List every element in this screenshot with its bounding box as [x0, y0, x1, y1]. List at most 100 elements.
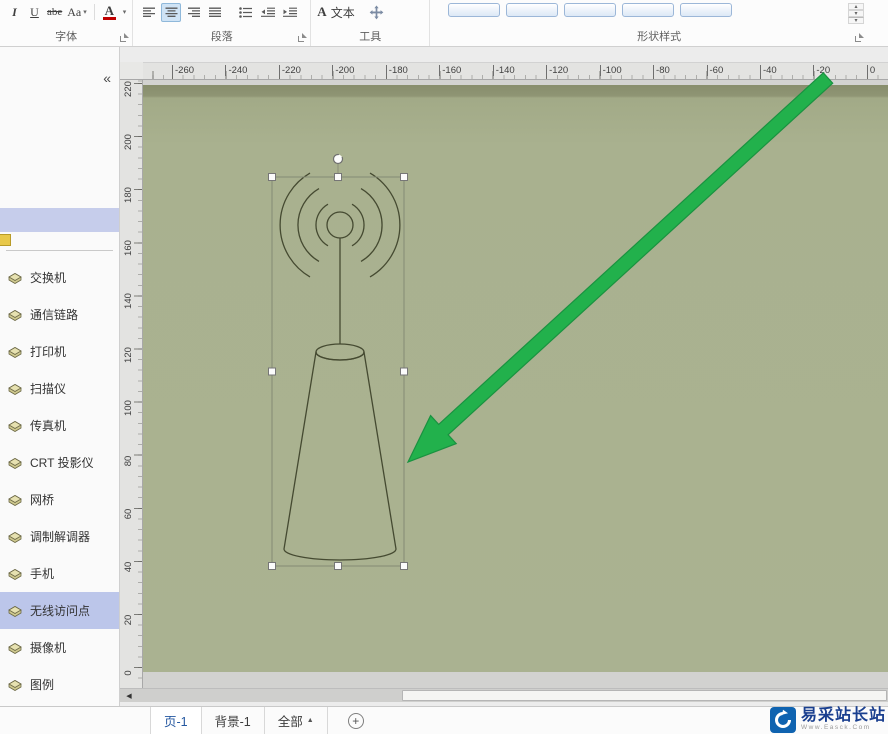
page-tab-1[interactable]: 页-1 [150, 707, 202, 734]
ruler-label: -40 [759, 65, 777, 76]
align-left-button[interactable] [139, 3, 159, 22]
horizontal-ruler: -260 -240 -220 -200 -180 -160 -140 -120 -100 -80-… [120, 62, 888, 80]
wireless-ap-shape[interactable] [279, 172, 401, 561]
scrollbar-thumb[interactable] [402, 690, 887, 701]
divider [6, 250, 113, 251]
page-tabs: 页-1 背景-1 全部 ▲ + [150, 707, 364, 734]
paragraph-group-label: 段落 [210, 31, 233, 43]
shape-item-label: 交换机 [30, 271, 67, 285]
bullets-button[interactable] [236, 3, 256, 22]
mobile-phone-icon [7, 567, 23, 581]
sidebar-item-crt-projector[interactable]: CRT 投影仪 [0, 444, 119, 481]
ribbon-group-shape-styles: ▴ ▾ ▾ 形状样式 [430, 0, 888, 46]
italic-button[interactable]: I [6, 3, 23, 22]
shape-style-swatch[interactable] [680, 3, 733, 17]
selection-handle [334, 562, 342, 570]
sidebar-item-wireless-ap[interactable]: 无线访问点 [0, 592, 119, 629]
ribbon-group-paragraph: 段落 [133, 0, 312, 46]
align-center-icon [165, 7, 178, 17]
dialog-launcher-icon[interactable] [855, 33, 864, 42]
dialog-launcher-icon[interactable] [120, 33, 130, 42]
ribbon-group-font: I U abe Aa ▾ A ▾ 字体 [0, 0, 134, 46]
sidebar-item-printer[interactable]: 打印机 [0, 333, 119, 370]
sidebar-item-comm-link[interactable]: 通信链路 [0, 296, 119, 333]
font-group-label: 字体 [55, 31, 78, 43]
selection-box[interactable] [268, 153, 408, 570]
shapes-panel: « 交换机 通信链路 打印机 扫描仪 传真机 CRT 投影仪 网桥 调制解调器 … [0, 47, 120, 706]
visio-window: I U abe Aa ▾ A ▾ 字体 段落 A 文本 工具 ▴ ▾ ▾ 形状样… [0, 0, 888, 734]
wireless-ap-icon [7, 604, 23, 618]
stencil-selected-strip[interactable] [0, 208, 119, 232]
strikethrough-button[interactable]: abe [46, 3, 63, 22]
decrease-indent-button[interactable] [258, 3, 278, 22]
shape-item-label: 摄像机 [30, 641, 67, 655]
font-color-button[interactable]: A [101, 3, 118, 22]
ruler-label: 20 [123, 614, 134, 626]
selection-handle [334, 173, 342, 181]
ruler-label: 100 [123, 399, 134, 416]
bullets-icon [239, 6, 253, 18]
bridge-icon [7, 493, 23, 507]
drawing-canvas[interactable] [143, 80, 888, 688]
brand-subtitle: Www.Easck.Com [800, 724, 871, 732]
shape-item-label: CRT 投影仪 [30, 456, 94, 470]
scanner-icon [7, 382, 23, 396]
selection-handle [268, 562, 276, 570]
ruler-label: 180 [123, 187, 134, 204]
shape-item-label: 无线访问点 [30, 604, 91, 618]
fax-icon [7, 419, 23, 433]
shape-item-label: 通信链路 [30, 308, 79, 322]
selection-handle [400, 367, 408, 376]
canvas-area: -260 -240 -220 -200 -180 -160 -140 -120 -100 -80-… [120, 47, 888, 706]
modem-icon [7, 530, 23, 544]
shape-item-label: 图例 [30, 678, 55, 692]
background-page-tab[interactable]: 背景-1 [202, 707, 265, 734]
scroll-left-icon[interactable]: ◀ [122, 690, 136, 702]
shape-style-swatch[interactable] [506, 3, 559, 17]
change-case-button[interactable]: Aa ▾ [66, 3, 88, 22]
shape-style-swatch[interactable] [448, 3, 501, 17]
dialog-launcher-icon[interactable] [298, 33, 308, 42]
brand-logo-icon [769, 707, 796, 733]
watermark-brand: 易采站长站 Www.Easck.Com [769, 707, 886, 733]
all-pages-tab[interactable]: 全部 ▲ [265, 707, 328, 734]
gallery-up-icon[interactable]: ▴ [848, 3, 864, 10]
printer-icon [7, 345, 23, 359]
ruler-label: -220 [278, 65, 301, 76]
justify-icon [208, 7, 221, 17]
switch-icon [7, 271, 23, 285]
underline-button[interactable]: U [26, 3, 43, 22]
ruler-label: -260 [172, 65, 194, 76]
sidebar-item-modem[interactable]: 调制解调器 [0, 518, 119, 555]
selection-handle [268, 367, 276, 376]
tools-group-label: 工具 [359, 31, 382, 43]
shape-style-swatch[interactable] [564, 3, 617, 17]
increase-indent-icon [282, 7, 297, 17]
ruler-label: 0 [866, 65, 875, 76]
sidebar-item-scanner[interactable]: 扫描仪 [0, 370, 119, 407]
sidebar-item-fax[interactable]: 传真机 [0, 407, 119, 444]
sidebar-item-camera[interactable]: 摄像机 [0, 629, 119, 666]
rotation-handle [332, 153, 344, 165]
sidebar-item-mobile-phone[interactable]: 手机 [0, 555, 119, 592]
increase-indent-button[interactable] [280, 3, 300, 22]
text-tool-button[interactable]: A 文本 [317, 4, 354, 21]
horizontal-scrollbar[interactable]: ◀ [120, 688, 888, 702]
align-center-button[interactable] [161, 2, 182, 22]
sidebar-item-switch[interactable]: 交换机 [0, 259, 119, 296]
pointer-tool-icon[interactable] [369, 4, 384, 20]
add-page-button[interactable]: + [347, 712, 364, 729]
collapse-panel-button[interactable]: « [103, 71, 111, 85]
shape-style-swatch[interactable] [622, 3, 675, 17]
legend-icon [7, 678, 23, 692]
sidebar-item-legend[interactable]: 图例 [0, 666, 119, 703]
gallery-down-icon[interactable]: ▾ [848, 10, 864, 17]
align-right-button[interactable] [183, 3, 203, 22]
sidebar-item-bridge[interactable]: 网桥 [0, 481, 119, 518]
ruler-label: 160 [123, 240, 134, 257]
ruler-label: 60 [123, 508, 134, 520]
font-color-swatch [102, 16, 116, 20]
gallery-more-icon[interactable]: ▾ [848, 17, 864, 24]
justify-button[interactable] [205, 3, 225, 22]
page-tab-bar: 页-1 背景-1 全部 ▲ + 易采站长站 Www.Easck.Com [0, 706, 888, 734]
